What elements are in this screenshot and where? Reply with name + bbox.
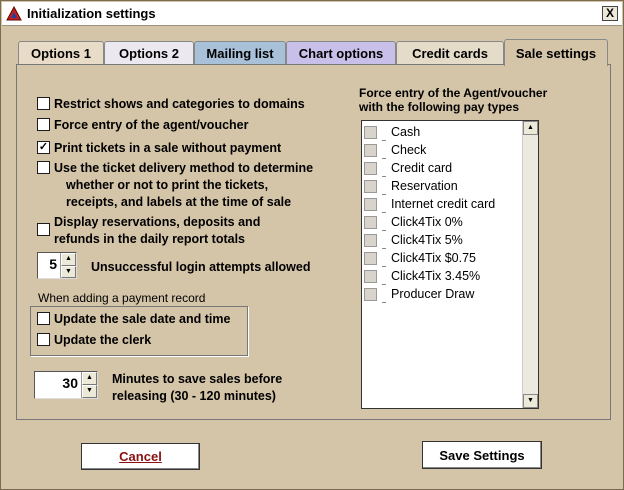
pay-type-item[interactable]: Producer Draw: [362, 285, 474, 303]
pay-type-label: Credit card: [391, 161, 453, 175]
force-agent-checkbox[interactable]: Force entry of the agent/voucher: [37, 117, 248, 134]
pay-types-header-line-2: with the following pay types: [359, 100, 520, 114]
tab-credit-cards[interactable]: Credit cards: [396, 41, 504, 65]
delivery-method-line-2: whether or not to print the tickets,: [66, 178, 269, 192]
pay-type-item[interactable]: Click4Tix $0.75: [362, 249, 476, 267]
pay-type-checkbox[interactable]: [364, 287, 377, 301]
close-button[interactable]: X: [602, 6, 618, 21]
pay-type-item[interactable]: Check: [362, 141, 426, 159]
cancel-button[interactable]: Cancel: [81, 443, 200, 470]
vertical-scrollbar[interactable]: ▲ ▼: [522, 121, 538, 408]
pay-type-label: Click4Tix 5%: [391, 233, 463, 247]
minutes-save-line-2: releasing (30 - 120 minutes): [112, 389, 276, 403]
pay-type-checkbox[interactable]: [364, 251, 377, 265]
pay-type-item[interactable]: Click4Tix 0%: [362, 213, 463, 231]
pay-type-label: Click4Tix 3.45%: [391, 269, 481, 283]
restrict-shows-checkbox[interactable]: Restrict shows and categories to domains: [37, 96, 305, 113]
pay-type-item[interactable]: Credit card: [362, 159, 452, 177]
scroll-up-arrow-icon[interactable]: ▲: [523, 121, 538, 135]
update-clerk-checkbox[interactable]: Update the clerk: [37, 332, 151, 349]
checkbox-box[interactable]: [37, 97, 50, 110]
pay-type-label: Internet credit card: [391, 197, 496, 211]
pay-types-header-line-1: Force entry of the Agent/voucher: [359, 86, 548, 100]
title-bar: Initialization settings X: [2, 2, 622, 26]
pay-types-list[interactable]: Cash Check Credit card Reservation Internet …: [361, 120, 539, 409]
pay-type-item[interactable]: Click4Tix 5%: [362, 231, 463, 249]
spin-up-button[interactable]: ▲: [61, 253, 76, 266]
spin-down-button[interactable]: ▼: [82, 385, 97, 398]
pay-type-item[interactable]: Reservation: [362, 177, 458, 195]
checkbox-box[interactable]: [37, 223, 50, 236]
pay-type-label: Check: [391, 143, 427, 157]
checkbox-box[interactable]: [37, 333, 50, 346]
pay-type-item[interactable]: Click4Tix 3.45%: [362, 267, 480, 285]
pay-type-checkbox[interactable]: [364, 161, 377, 175]
tab-options-1[interactable]: Options 1: [18, 41, 104, 65]
pay-type-label: Cash: [391, 125, 421, 139]
display-reservations-checkbox[interactable]: Display reservations, deposits and refun…: [37, 214, 260, 248]
delivery-method-line-1: Use the ticket delivery method to determ…: [54, 161, 314, 175]
pay-type-checkbox[interactable]: [364, 269, 377, 283]
checkbox-box[interactable]: [37, 118, 50, 131]
checkbox-box[interactable]: [37, 161, 50, 174]
pay-type-item[interactable]: Cash: [362, 123, 420, 141]
display-reservations-line-2: refunds in the daily report totals: [54, 232, 245, 246]
cancel-button-label: Cancel: [119, 449, 162, 464]
pay-type-label: Click4Tix 0%: [391, 215, 463, 229]
tab-mailing-list[interactable]: Mailing list: [194, 41, 286, 65]
print-tickets-checkbox[interactable]: ✓ Print tickets in a sale without paymen…: [37, 140, 281, 157]
login-attempts-value[interactable]: 5: [38, 253, 60, 278]
tab-options-2[interactable]: Options 2: [104, 41, 194, 65]
pay-type-label: Click4Tix $0.75: [391, 251, 476, 265]
scroll-down-arrow-icon[interactable]: ▼: [523, 394, 538, 408]
spin-down-button[interactable]: ▼: [61, 265, 76, 278]
pay-type-label: Reservation: [391, 179, 458, 193]
login-attempts-label: Unsuccessful login attempts allowed: [91, 260, 311, 274]
tab-chart-options[interactable]: Chart options: [286, 41, 396, 65]
minutes-save-label: Minutes to save sales before releasing (…: [112, 371, 282, 405]
spin-up-button[interactable]: ▲: [82, 372, 97, 385]
delivery-method-checkbox[interactable]: Use the ticket delivery method to determ…: [37, 160, 313, 211]
row-separator: [382, 302, 386, 303]
payment-record-group-label: When adding a payment record: [38, 291, 206, 305]
minutes-save-spinner[interactable]: 30 ▲ ▼: [34, 371, 98, 399]
app-icon: [6, 5, 22, 22]
tab-sale-settings[interactable]: Sale settings: [504, 39, 608, 66]
delivery-method-line-3: receipts, and labels at the time of sale: [66, 195, 292, 209]
pay-type-checkbox[interactable]: [364, 233, 377, 247]
checkbox-box[interactable]: [37, 312, 50, 325]
display-reservations-line-1: Display reservations, deposits and: [54, 215, 261, 229]
window-title: Initialization settings: [27, 6, 156, 21]
minutes-save-value[interactable]: 30: [35, 372, 81, 398]
save-settings-button-label: Save Settings: [439, 447, 525, 463]
pay-type-checkbox[interactable]: [364, 197, 377, 211]
pay-type-checkbox[interactable]: [364, 179, 377, 193]
pay-type-checkbox[interactable]: [364, 125, 377, 139]
save-settings-button[interactable]: Save Settings: [422, 441, 542, 469]
pay-type-checkbox[interactable]: [364, 215, 377, 229]
minutes-save-line-1: Minutes to save sales before: [112, 372, 283, 386]
checkbox-box[interactable]: ✓: [37, 141, 50, 154]
pay-types-header: Force entry of the Agent/voucher with th…: [359, 86, 547, 114]
login-attempts-spinner[interactable]: 5 ▲ ▼: [37, 252, 77, 279]
pay-type-label: Producer Draw: [391, 287, 475, 301]
update-sale-date-checkbox[interactable]: Update the sale date and time: [37, 311, 230, 328]
pay-type-checkbox[interactable]: [364, 143, 377, 157]
pay-type-item[interactable]: Internet credit card: [362, 195, 495, 213]
